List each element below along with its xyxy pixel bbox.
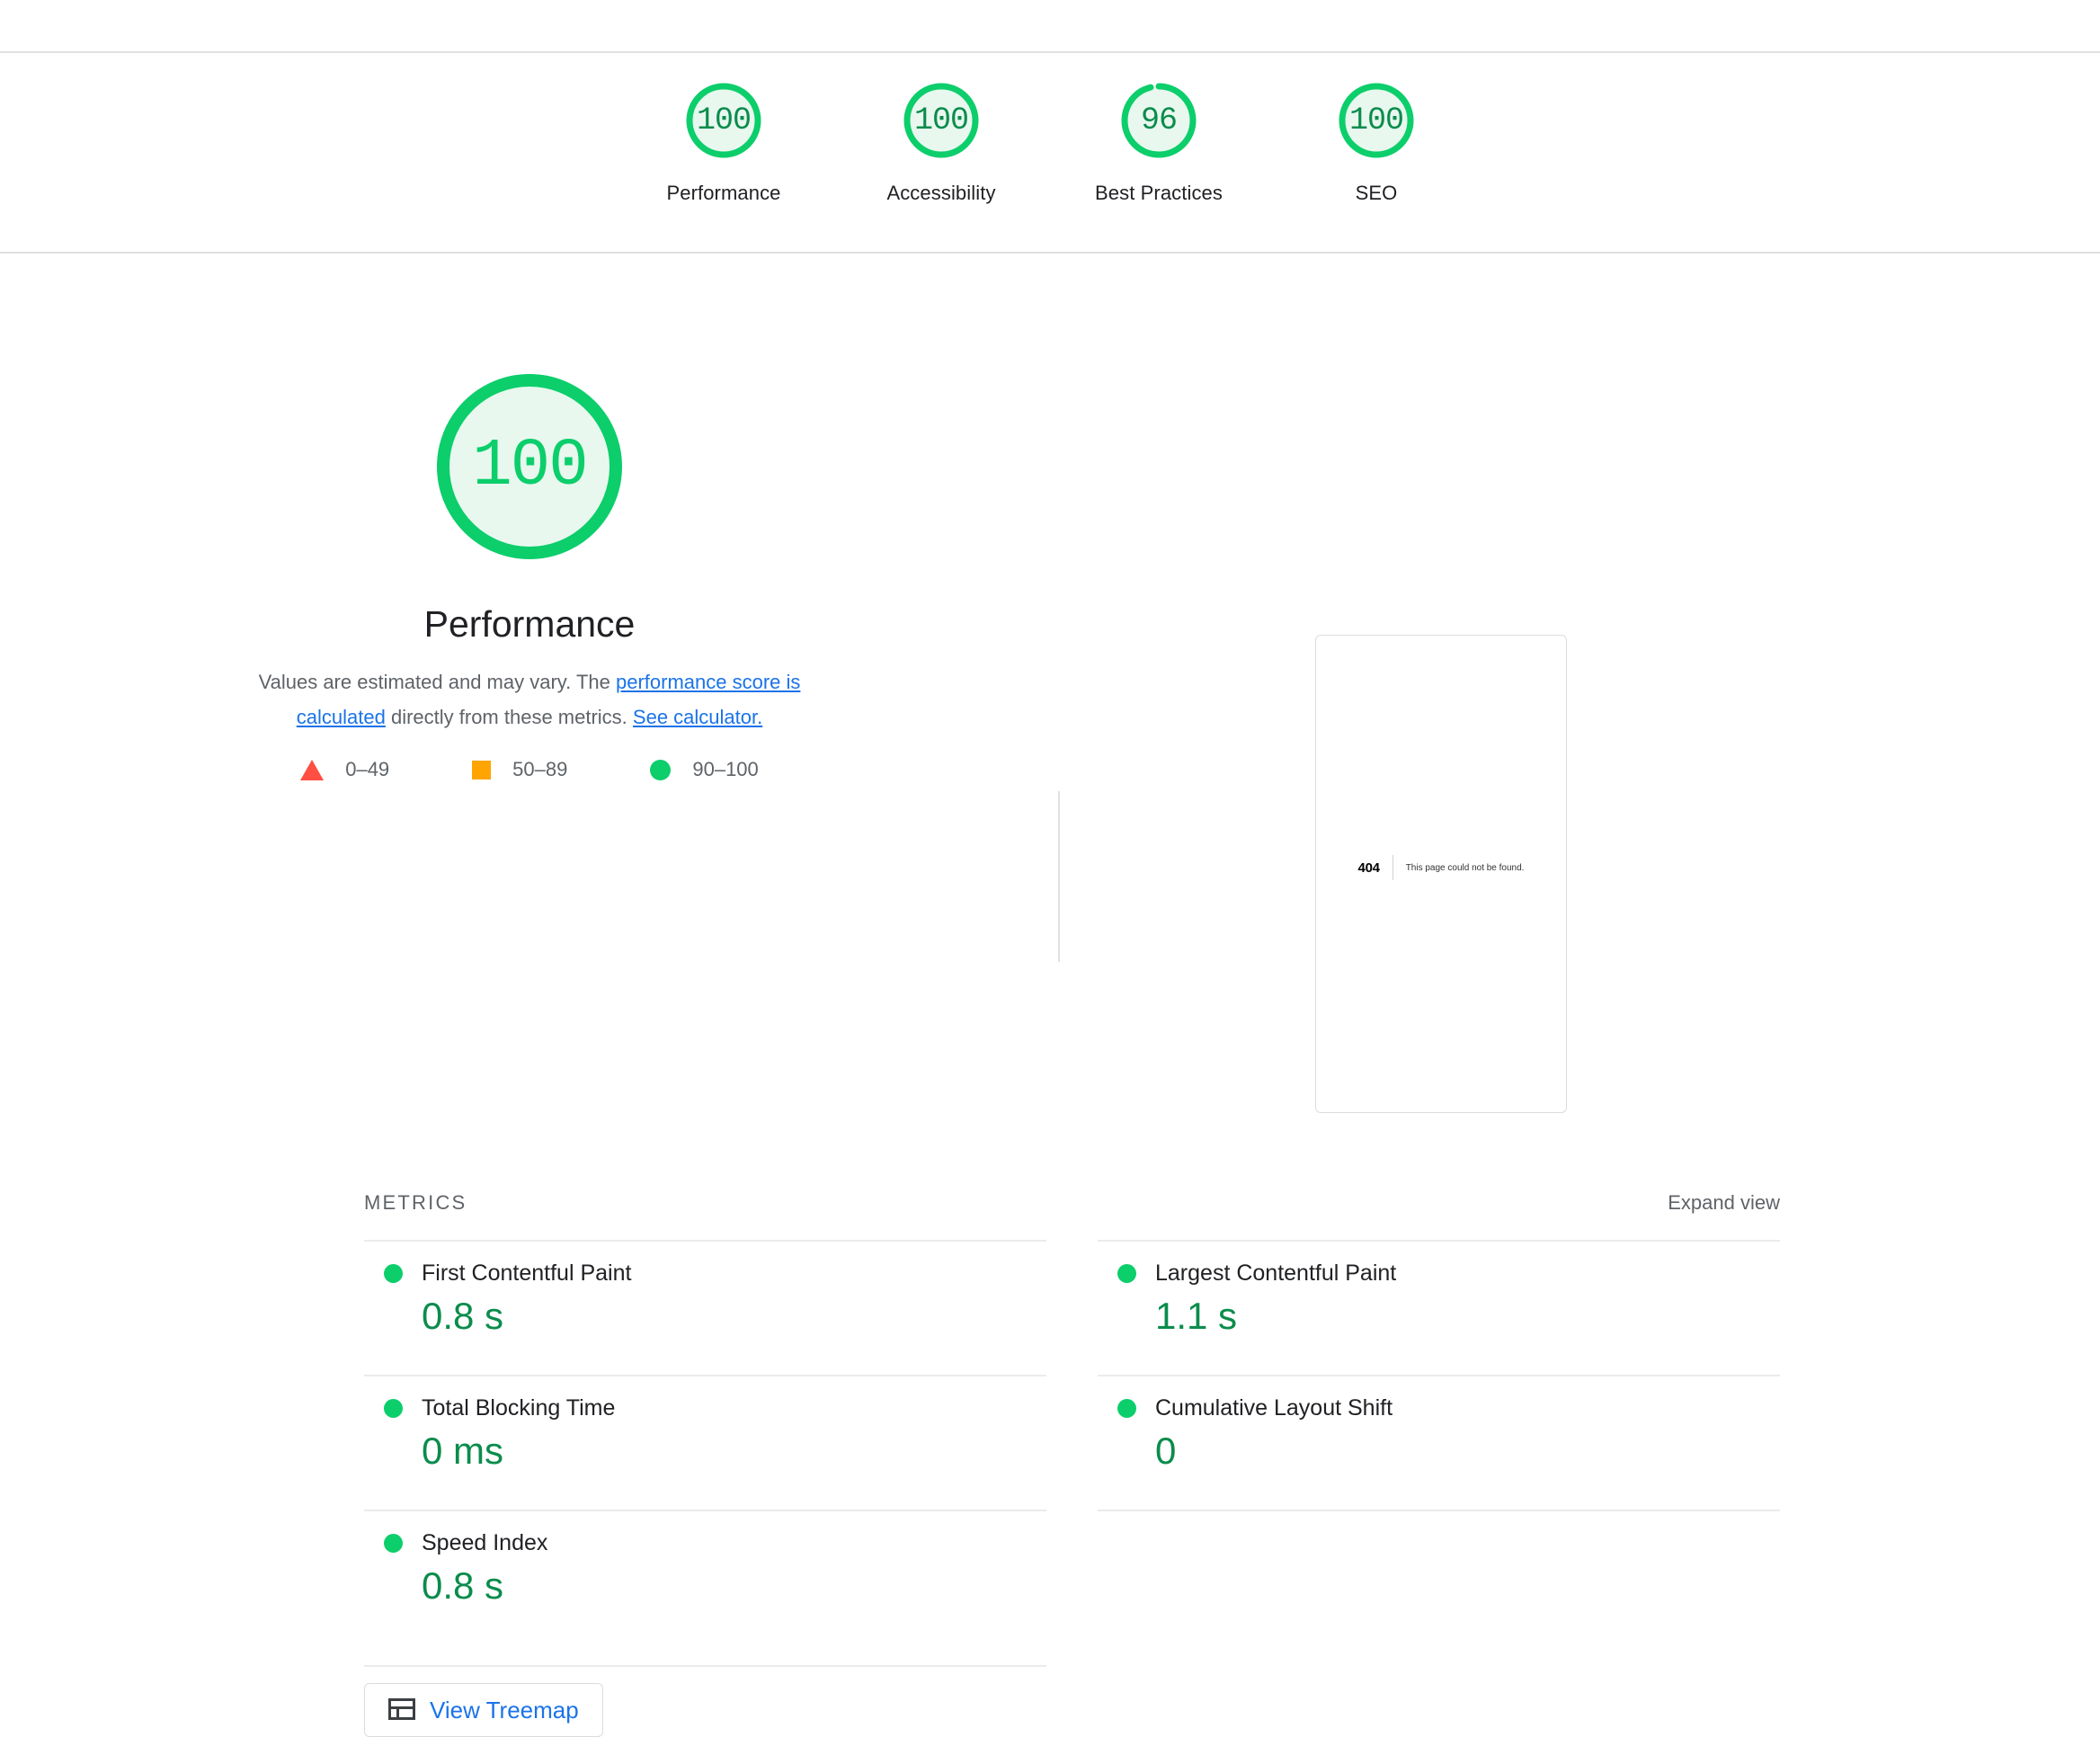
- metric-value: 0 ms: [422, 1430, 504, 1472]
- gauge-ring-accessibility: 100: [899, 78, 983, 163]
- legend-label-pass: 90–100: [692, 758, 759, 780]
- description-text-part2: directly from these metrics.: [385, 706, 633, 728]
- metrics-column-right: Largest Contentful Paint 1.1 s Cumulativ…: [1098, 1240, 1780, 1644]
- square-average-icon: [472, 760, 492, 779]
- circle-pass-icon: [384, 1263, 403, 1283]
- legend-label-fail: 0–49: [345, 758, 390, 780]
- metric-item[interactable]: Cumulative Layout Shift 0: [1098, 1375, 1780, 1510]
- circle-pass-icon: [384, 1398, 403, 1418]
- see-calculator-link[interactable]: See calculator.: [633, 706, 762, 728]
- view-treemap-label: View Treemap: [430, 1697, 579, 1724]
- category-gauge-best-practices[interactable]: 96 Best Practices: [1050, 78, 1268, 205]
- category-gauge-seo[interactable]: 100 SEO: [1268, 78, 1485, 205]
- metric-item[interactable]: Largest Contentful Paint 1.1 s: [1098, 1240, 1780, 1375]
- expand-view-toggle[interactable]: Expand view: [1668, 1191, 1780, 1215]
- view-treemap-button[interactable]: View Treemap: [364, 1683, 603, 1737]
- description-text-part1: Values are estimated and may vary. The: [258, 671, 616, 693]
- gauge-label-accessibility: Accessibility: [886, 182, 996, 204]
- thumbnail-message: This page could not be found.: [1405, 862, 1525, 873]
- thumbnail-404-content: 404 This page could not be found.: [1316, 855, 1566, 880]
- triangle-fail-icon: [300, 759, 325, 780]
- gauge-ring-performance: 100: [681, 78, 766, 163]
- gauge-score-best-practices: 96: [1140, 102, 1178, 138]
- performance-description: Values are estimated and may vary. The p…: [224, 664, 835, 735]
- metric-label: Total Blocking Time: [422, 1395, 616, 1421]
- circle-pass-icon: [650, 759, 672, 780]
- legend-label-average: 50–89: [512, 758, 568, 780]
- circle-pass-icon: [384, 1533, 403, 1553]
- metric-header: Cumulative Layout Shift: [1098, 1394, 1780, 1421]
- metrics-column-end-rule: [1098, 1510, 1780, 1513]
- legend-item-pass: 90–100: [650, 758, 759, 781]
- circle-pass-icon: [1117, 1263, 1136, 1283]
- metric-label: Cumulative Layout Shift: [1155, 1395, 1393, 1421]
- performance-summary: 100 Performance Values are estimated and…: [0, 360, 1059, 781]
- performance-gauge-large: 100: [423, 360, 636, 574]
- metric-value: 0.8 s: [422, 1564, 504, 1607]
- gauge-ring-best-practices: 96: [1117, 78, 1201, 163]
- legend-item-fail: 0–49: [300, 758, 389, 781]
- metrics-grid: First Contentful Paint 0.8 s Total Block…: [364, 1240, 1780, 1644]
- category-gauge-performance[interactable]: 100 Performance: [615, 78, 832, 205]
- metric-item[interactable]: Total Blocking Time 0 ms: [364, 1375, 1046, 1510]
- category-gauge-accessibility[interactable]: 100 Accessibility: [832, 78, 1050, 205]
- gauge-score-performance: 100: [696, 102, 752, 138]
- metric-label: First Contentful Paint: [422, 1260, 632, 1286]
- gauge-ring-seo: 100: [1334, 78, 1419, 163]
- header-divider-bottom: [0, 252, 2100, 254]
- treemap-icon: [388, 1697, 415, 1723]
- metrics-column-left: First Contentful Paint 0.8 s Total Block…: [364, 1240, 1046, 1644]
- thumbnail-status-code: 404: [1357, 860, 1380, 876]
- gauge-label-best-practices: Best Practices: [1094, 182, 1223, 204]
- category-score-gauges: 100 Performance 100 Accessibility 96 Bes…: [0, 53, 2100, 252]
- metric-item[interactable]: First Contentful Paint 0.8 s: [364, 1240, 1046, 1375]
- metric-header: Speed Index: [364, 1529, 1046, 1556]
- metrics-header: METRICS Expand view: [0, 1191, 2100, 1227]
- metric-value: 0: [1155, 1430, 1177, 1472]
- metric-label: Largest Contentful Paint: [1155, 1260, 1397, 1286]
- metric-item[interactable]: Speed Index 0.8 s: [364, 1510, 1046, 1644]
- metric-header: First Contentful Paint: [364, 1260, 1046, 1287]
- metric-header: Largest Contentful Paint: [1098, 1260, 1780, 1287]
- top-spacer: [0, 0, 2100, 51]
- legend-item-average: 50–89: [472, 758, 567, 781]
- gauge-score-accessibility: 100: [913, 102, 969, 138]
- circle-pass-icon: [1117, 1398, 1136, 1418]
- gauge-label-performance: Performance: [666, 182, 781, 204]
- metric-label: Speed Index: [422, 1530, 548, 1555]
- vertical-divider: [1058, 791, 1060, 962]
- performance-score-value: 100: [472, 429, 588, 504]
- metric-value: 0.8 s: [422, 1295, 504, 1337]
- performance-title: Performance: [423, 603, 636, 645]
- metrics-section-title: METRICS: [364, 1191, 467, 1214]
- gauge-label-seo: SEO: [1355, 182, 1398, 204]
- final-screenshot-thumbnail[interactable]: 404 This page could not be found.: [1315, 635, 1567, 1113]
- metric-value: 1.1 s: [1155, 1295, 1238, 1337]
- gauge-score-seo: 100: [1348, 102, 1404, 138]
- score-scale-legend: 0–49 50–89 90–100: [300, 758, 759, 781]
- metric-header: Total Blocking Time: [364, 1394, 1046, 1421]
- treemap-footer: View Treemap: [364, 1665, 1046, 1737]
